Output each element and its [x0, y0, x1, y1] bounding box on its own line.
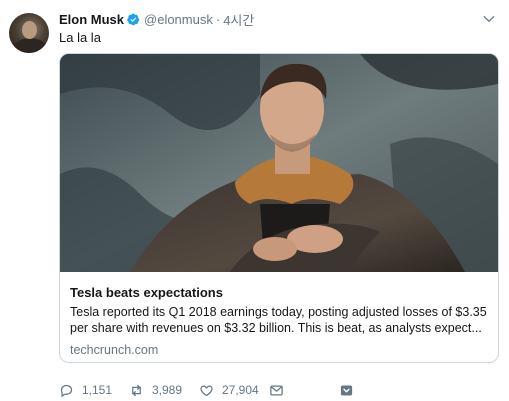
bookmark-icon	[340, 385, 353, 395]
like-button[interactable]: 27,904	[199, 383, 259, 398]
card-description: Tesla reported its Q1 2018 earnings toda…	[70, 305, 487, 335]
verified-badge-icon	[127, 13, 140, 25]
reply-icon	[60, 384, 73, 397]
reply-button[interactable]: 1,151	[59, 383, 112, 398]
avatar-shoulders	[13, 38, 47, 53]
card-domain[interactable]: techcrunch.com	[70, 343, 488, 357]
retweet-count: 3,989	[152, 383, 183, 397]
direct-message-button[interactable]	[269, 383, 284, 398]
header-separator: ·	[215, 11, 221, 27]
avatar-face	[22, 21, 37, 39]
chevron-down-icon[interactable]	[482, 12, 496, 26]
retweet-button[interactable]: 3,989	[129, 383, 182, 398]
tweet-text: La la la	[59, 30, 101, 45]
author-handle[interactable]: @elonmusk	[144, 12, 213, 27]
retweet-icon	[132, 384, 141, 396]
like-count: 27,904	[222, 383, 259, 397]
author-name[interactable]: Elon Musk	[59, 12, 124, 27]
heart-icon	[200, 385, 213, 396]
card-title[interactable]: Tesla beats expectations	[70, 285, 488, 301]
card-photo	[60, 54, 498, 272]
envelope-icon	[270, 385, 283, 395]
link-card[interactable]: Tesla beats expectations Tesla reported …	[59, 53, 499, 363]
tweet-timestamp[interactable]: 4시간	[223, 10, 254, 29]
author-avatar[interactable]	[9, 13, 49, 53]
tweet-header: Elon Musk @elonmusk · 4시간	[59, 10, 254, 28]
card-image	[60, 54, 498, 272]
bookmark-button[interactable]	[339, 383, 354, 398]
reply-count: 1,151	[82, 383, 113, 397]
